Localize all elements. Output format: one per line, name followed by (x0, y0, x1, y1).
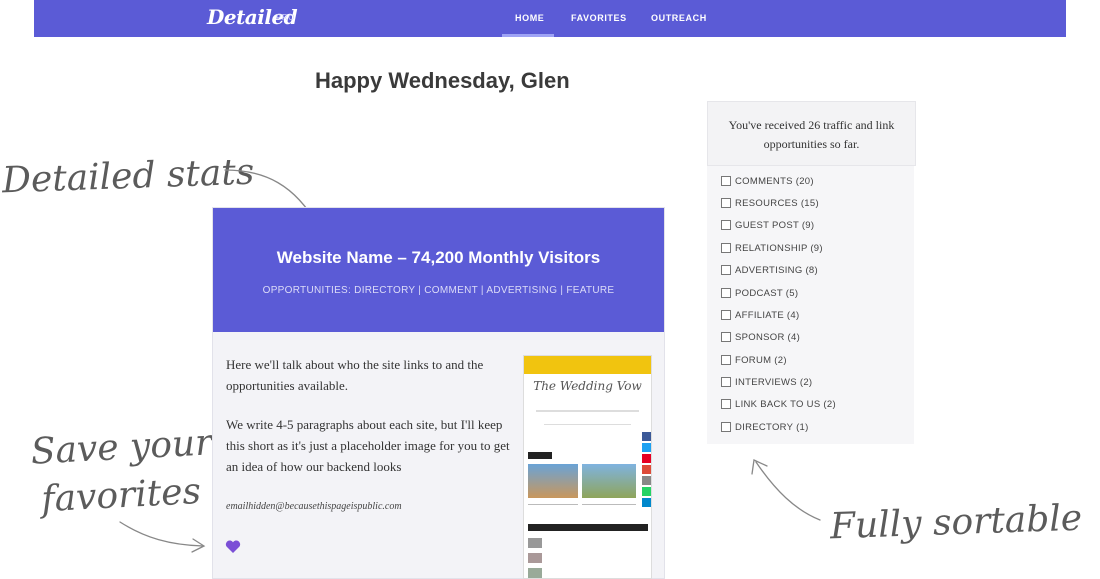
thumbnail-section-bar (528, 524, 648, 531)
category-filter-sponsor[interactable]: SPONSOR (4) (721, 330, 800, 344)
arrow-to-heart (119, 521, 204, 547)
card-header: Website Name – 74,200 Monthly Visitors O… (213, 208, 664, 332)
filter-label: SPONSOR (4) (735, 331, 801, 343)
category-filter-guest-post[interactable]: GUEST POST (9) (721, 218, 814, 232)
filter-checkbox[interactable] (721, 288, 731, 298)
heart-icon[interactable] (225, 540, 241, 554)
thumbnail-divider (536, 410, 639, 412)
filter-checkbox[interactable] (721, 176, 731, 186)
category-filter-directory[interactable]: DIRECTORY (1) (721, 420, 809, 434)
thumbnail-banner (524, 356, 651, 374)
filter-checkbox[interactable] (721, 355, 731, 365)
category-filter-affiliate[interactable]: AFFILIATE (4) (721, 308, 799, 322)
site-screenshot-thumbnail[interactable]: The Wedding Vow (523, 355, 652, 579)
filter-checkbox[interactable] (721, 332, 731, 342)
filter-checkbox[interactable] (721, 310, 731, 320)
thumbnail-photo (528, 464, 578, 498)
category-filter-interviews[interactable]: INTERVIEWS (2) (721, 375, 812, 389)
card-email[interactable]: emailhidden@becausethispageispublic.com (226, 501, 402, 512)
category-filter-resources[interactable]: RESOURCES (15) (721, 196, 819, 210)
filter-label: GUEST POST (9) (735, 219, 815, 231)
opportunities-message: You've received 26 traffic and link oppo… (728, 118, 895, 151)
filter-checkbox[interactable] (721, 399, 731, 409)
whatsapp-icon (642, 487, 651, 496)
filter-label: INTERVIEWS (2) (735, 376, 813, 388)
category-filter-forum[interactable]: FORUM (2) (721, 353, 787, 367)
facebook-icon (642, 432, 651, 441)
arrow-to-sidebar (755, 461, 821, 521)
thumbnail-photo (582, 464, 636, 498)
website-card: Website Name – 74,200 Monthly Visitors O… (212, 207, 665, 579)
email-share-icon (642, 476, 651, 485)
filter-label: FORUM (2) (735, 354, 787, 366)
card-description: Here we'll talk about who the site links… (226, 354, 511, 495)
filter-label: RELATIONSHIP (9) (735, 242, 823, 254)
thumbnail-text-line (528, 504, 578, 505)
thumbnail-label (528, 452, 552, 459)
thumbnail-divider (544, 424, 631, 425)
category-filter-comments[interactable]: COMMENTS (20) (721, 174, 814, 188)
category-filter-list: COMMENTS (20) RESOURCES (15) GUEST POST … (707, 166, 914, 444)
card-opportunities: OPPORTUNITIES: DIRECTORY | COMMENT | ADV… (262, 285, 615, 296)
twitter-icon (642, 443, 651, 452)
filter-checkbox[interactable] (721, 377, 731, 387)
filter-checkbox[interactable] (721, 265, 731, 275)
thumbnail-text-line (582, 504, 636, 505)
filter-label: COMMENTS (20) (735, 175, 814, 187)
filter-checkbox[interactable] (721, 243, 731, 253)
telegram-icon (642, 498, 651, 507)
google-plus-icon (642, 465, 651, 474)
card-paragraph: Here we'll talk about who the site links… (226, 357, 484, 393)
card-title[interactable]: Website Name – 74,200 Monthly Visitors (213, 248, 664, 268)
filter-checkbox[interactable] (721, 220, 731, 230)
filter-label: AFFILIATE (4) (735, 309, 800, 321)
thumbnail-site-title: The Wedding Vow (533, 379, 642, 393)
filter-label: PODCAST (5) (735, 287, 799, 299)
thumbnail-photo (528, 553, 542, 563)
opportunities-summary: You've received 26 traffic and link oppo… (707, 101, 916, 166)
filter-label: RESOURCES (15) (735, 197, 819, 209)
category-filter-podcast[interactable]: PODCAST (5) (721, 286, 798, 300)
category-filter-advertising[interactable]: ADVERTISING (8) (721, 263, 818, 277)
filter-label: ADVERTISING (8) (735, 264, 818, 276)
filter-label: DIRECTORY (1) (735, 421, 809, 433)
filter-checkbox[interactable] (721, 422, 731, 432)
pinterest-icon (642, 454, 651, 463)
card-paragraph: We write 4-5 paragraphs about each site,… (226, 417, 510, 474)
category-filter-link-back[interactable]: LINK BACK TO US (2) (721, 397, 836, 411)
category-filter-relationship[interactable]: RELATIONSHIP (9) (721, 241, 823, 255)
filter-checkbox[interactable] (721, 198, 731, 208)
filter-label: LINK BACK TO US (2) (735, 398, 836, 410)
thumbnail-photo (528, 538, 542, 548)
